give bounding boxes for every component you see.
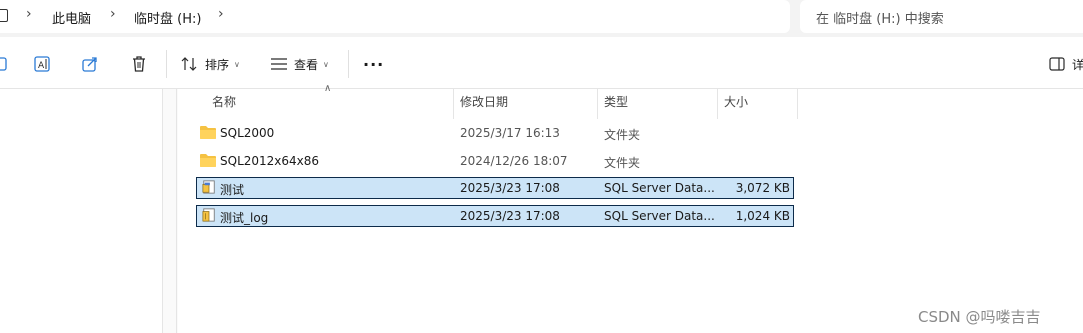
folder-icon <box>200 126 216 139</box>
breadcrumb[interactable]: › 此电脑 › 临时盘 (H:) › <box>0 0 790 33</box>
breadcrumb-drive-h[interactable]: 临时盘 (H:) <box>134 8 201 27</box>
column-divider[interactable] <box>597 89 598 119</box>
file-row[interactable]: 测试 2025/3/23 17:08 SQL Server Data... 3,… <box>196 177 794 199</box>
this-pc-icon[interactable] <box>0 9 8 22</box>
file-type: SQL Server Data... <box>604 181 715 195</box>
column-header-name[interactable]: 名称 <box>212 93 236 115</box>
search-placeholder: 在 临时盘 (H:) 中搜索 <box>816 12 944 27</box>
watermark: CSDN @吗喽吉吉 <box>918 308 1041 326</box>
file-size: 1,024 KB <box>735 209 790 223</box>
details-pane-button[interactable]: 详 <box>1049 52 1083 76</box>
search-input[interactable]: 在 临时盘 (H:) 中搜索 <box>800 0 1083 33</box>
file-row[interactable]: SQL2000 2025/3/17 16:13 文件夹 <box>196 122 794 144</box>
file-row[interactable]: 测试_log 2025/3/23 17:08 SQL Server Data..… <box>196 205 794 227</box>
sort-button[interactable]: 排序 ∨ <box>181 52 240 76</box>
file-modified: 2025/3/23 17:08 <box>460 209 560 223</box>
column-header-type[interactable]: 类型 <box>604 93 628 115</box>
file-name: 测试 <box>220 183 245 197</box>
breadcrumb-this-pc[interactable]: 此电脑 <box>52 8 91 27</box>
file-name: 测试_log <box>220 211 269 225</box>
column-divider[interactable] <box>797 89 798 119</box>
chevron-down-icon: ∨ <box>323 59 329 69</box>
file-type: SQL Server Data... <box>604 209 715 223</box>
delete-icon[interactable] <box>129 54 149 74</box>
database-log-icon <box>202 208 215 222</box>
chevron-right-icon[interactable]: › <box>110 6 116 22</box>
file-row[interactable]: SQL2012x64x86 2024/12/26 18:07 文件夹 <box>196 150 794 172</box>
chevron-right-icon[interactable]: › <box>218 6 224 22</box>
file-modified: 2025/3/17 16:13 <box>460 126 560 140</box>
address-bar-area: › 此电脑 › 临时盘 (H:) › 在 临时盘 (H:) 中搜索 <box>0 0 1083 37</box>
toolbar-divider <box>348 50 349 78</box>
view-icon <box>271 58 287 70</box>
view-button[interactable]: 查看 ∨ <box>270 52 329 76</box>
more-options-button[interactable]: ··· <box>363 52 384 76</box>
database-file-icon <box>202 180 215 194</box>
file-modified: 2024/12/26 18:07 <box>460 154 568 168</box>
command-bar: A 排序 ∨ 查看 ∨ ··· 详 <box>0 40 1083 89</box>
svg-text:A: A <box>38 61 45 71</box>
column-header-size[interactable]: 大小 <box>724 93 748 115</box>
rename-icon[interactable]: A <box>32 54 52 74</box>
column-header-modified[interactable]: 修改日期 <box>460 93 508 115</box>
details-label: 详 <box>1072 57 1083 72</box>
sort-ascending-icon: ∧ <box>324 83 332 94</box>
file-type: 文件夹 <box>604 128 641 142</box>
file-size: 3,072 KB <box>735 181 790 195</box>
chevron-right-icon[interactable]: › <box>26 6 32 22</box>
column-divider[interactable] <box>717 89 718 119</box>
file-type: 文件夹 <box>604 156 641 170</box>
pane-divider <box>176 89 177 333</box>
view-label: 查看 <box>294 57 319 72</box>
chevron-down-icon: ∨ <box>234 59 240 69</box>
file-name: SQL2012x64x86 <box>220 154 320 168</box>
toolbar-divider <box>166 50 167 78</box>
file-name: SQL2000 <box>220 126 275 140</box>
sort-label: 排序 <box>205 57 230 72</box>
navigation-pane[interactable] <box>0 89 163 333</box>
folder-icon <box>200 154 216 167</box>
share-icon[interactable] <box>80 54 100 74</box>
sort-icon <box>181 57 197 71</box>
details-pane-icon <box>1049 57 1065 71</box>
file-modified: 2025/3/23 17:08 <box>460 181 560 195</box>
new-icon[interactable] <box>0 54 10 74</box>
column-divider[interactable] <box>453 89 454 119</box>
